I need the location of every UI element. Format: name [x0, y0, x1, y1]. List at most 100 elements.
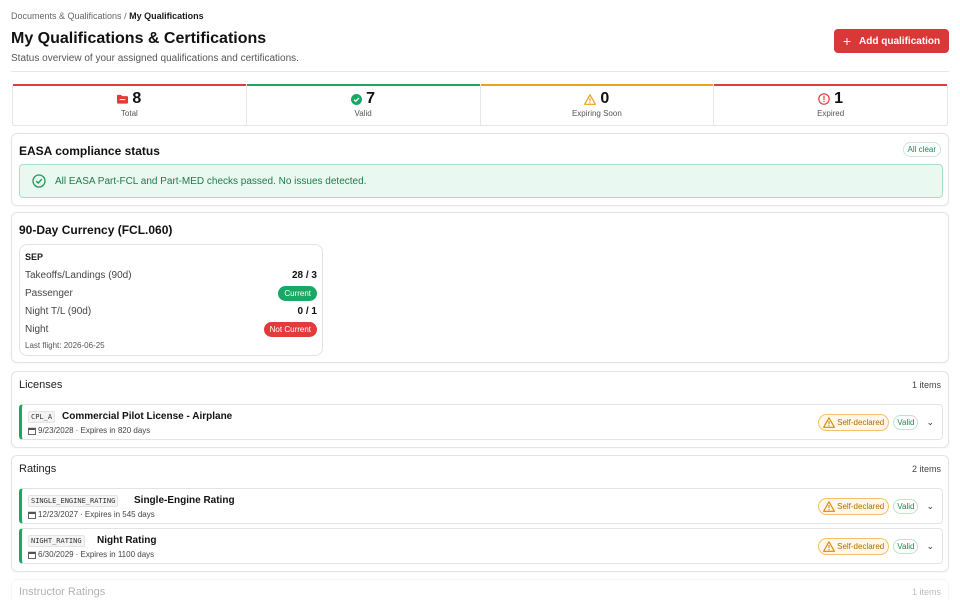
compliance-alert: All EASA Part-FCL and Part-MED checks pa… [19, 164, 943, 198]
ratings-title: Ratings [19, 463, 57, 475]
qualification-name: Single-Engine Rating [134, 495, 235, 506]
stat-expired-accent [714, 84, 947, 86]
expiry-date: 6/30/2029 [38, 550, 74, 559]
breadcrumb-current: My Qualifications [129, 11, 204, 21]
self-declared-label: Self-declared [837, 502, 885, 511]
header-divider [11, 71, 949, 72]
chevron-down-icon[interactable]: ⌄ [926, 501, 934, 512]
qualification-name: Night Rating [97, 535, 157, 546]
stat-expiring-value: 0 [600, 90, 610, 107]
currency-row-label: Night T/L (90d) [25, 305, 92, 317]
chevron-down-icon[interactable]: ⌄ [926, 541, 934, 552]
stat-total-label: Total [120, 109, 138, 118]
instructor-ratings-card: Instructor Ratings 1 items [11, 579, 949, 600]
currency-row-passenger: Passenger Current [25, 285, 317, 301]
qualification-code: CPL_A [28, 411, 56, 423]
expiry-remaining: · Expires in 820 days [75, 426, 151, 435]
currency-title: 90-Day Currency (FCL.060) [19, 223, 173, 237]
item-badges: Self-declared Valid ⌄ [818, 538, 934, 555]
warning-icon [823, 417, 836, 428]
calendar-icon [28, 551, 36, 559]
last-flight: Last flight: 2026-06-25 [25, 341, 105, 350]
qualification-name: Commercial Pilot License - Airplane [62, 411, 233, 422]
compliance-message: All EASA Part-FCL and Part-MED checks pa… [55, 175, 367, 187]
breadcrumb: Documents & Qualifications / My Qualific… [11, 11, 204, 21]
licenses-title: Licenses [19, 379, 63, 391]
add-qualification-label: Add qualification [859, 35, 941, 47]
stat-expiring-label: Expiring Soon [571, 109, 622, 118]
stat-total-accent [13, 84, 246, 86]
compliance-status-badge: All clear [902, 142, 941, 157]
instructor-ratings-title: Instructor Ratings [19, 586, 106, 598]
currency-row-value: 28 / 3 [291, 269, 317, 281]
currency-row-night-tl: Night T/L (90d) 0 / 1 [25, 303, 317, 319]
currency-sep-box: SEP Takeoffs/Landings (90d) 28 / 3 Passe… [19, 244, 323, 356]
expiry-date: 12/23/2027 [38, 510, 79, 519]
licenses-count: 1 items [911, 380, 941, 390]
ratings-card: Ratings 2 items SINGLE_ENGINE_RATING Sin… [11, 455, 949, 572]
currency-card: 90-Day Currency (FCL.060) SEP Takeoffs/L… [11, 212, 949, 363]
warning-icon [823, 501, 836, 512]
alert-circle-icon [818, 93, 830, 105]
stat-total[interactable]: 8 Total [13, 84, 247, 125]
plus-icon: + [842, 33, 852, 49]
item-badges: Self-declared Valid ⌄ [818, 414, 934, 431]
rating-item[interactable]: SINGLE_ENGINE_RATING Single-Engine Ratin… [19, 488, 943, 524]
currency-category: SEP [25, 252, 44, 262]
self-declared-badge: Self-declared [818, 414, 890, 431]
chevron-down-icon[interactable]: ⌄ [926, 417, 934, 428]
currency-row-night: Night Not Current [25, 321, 317, 337]
compliance-card: EASA compliance status All clear All EAS… [11, 133, 949, 206]
stats-bar: 8 Total 7 Valid 0 Expiring Soon 1 Expire… [12, 84, 948, 126]
breadcrumb-parent-link[interactable]: Documents & Qualifications [11, 11, 122, 21]
license-item[interactable]: CPL_A Commercial Pilot License - Airplan… [19, 404, 943, 440]
self-declared-badge: Self-declared [818, 498, 890, 515]
expiry-remaining: · Expires in 545 days [80, 510, 155, 519]
page-title: My Qualifications & Certifications [11, 30, 267, 47]
stat-valid-value: 7 [366, 90, 376, 107]
stat-valid[interactable]: 7 Valid [246, 84, 481, 125]
stat-expiring-accent [480, 84, 714, 86]
stat-expiring[interactable]: 0 Expiring Soon [480, 84, 715, 125]
currency-row-label: Passenger [25, 287, 73, 299]
folder-icon [117, 94, 129, 104]
qualification-expiry: 12/23/2027 · Expires in 545 days [28, 510, 155, 519]
qualification-code: NIGHT_RATING [28, 535, 85, 547]
stat-expired-label: Expired [817, 109, 845, 118]
breadcrumb-separator: / [121, 11, 130, 21]
add-qualification-button[interactable]: + Add qualification [834, 29, 949, 53]
stat-expired[interactable]: 1 Expired [714, 84, 947, 125]
rating-item[interactable]: NIGHT_RATING Night Rating 6/30/2029 · Ex… [19, 528, 943, 564]
warning-icon [584, 93, 597, 105]
compliance-title: EASA compliance status [19, 144, 160, 158]
calendar-icon [28, 427, 36, 435]
self-declared-badge: Self-declared [818, 538, 890, 555]
expiry-remaining: · Expires in 1100 days [75, 550, 155, 559]
warning-icon [823, 541, 836, 552]
self-declared-label: Self-declared [837, 542, 885, 551]
currency-row-label: Night [25, 323, 49, 335]
stat-valid-accent [246, 84, 480, 86]
instructor-ratings-count: 1 items [911, 587, 941, 597]
currency-row-takeoffs: Takeoffs/Landings (90d) 28 / 3 [25, 267, 317, 283]
not-current-badge: Not Current [263, 321, 317, 337]
page-subtitle: Status overview of your assigned qualifi… [11, 53, 299, 64]
calendar-icon [28, 511, 36, 519]
currency-row-label: Takeoffs/Landings (90d) [25, 269, 132, 281]
item-badges: Self-declared Valid ⌄ [818, 498, 934, 515]
stat-expired-value: 1 [834, 90, 844, 107]
qualification-expiry: 9/23/2028 · Expires in 820 days [28, 426, 150, 435]
currency-row-value: 0 / 1 [297, 305, 317, 317]
stat-total-value: 8 [132, 90, 142, 107]
valid-badge: Valid [893, 539, 919, 554]
self-declared-label: Self-declared [837, 418, 885, 427]
check-circle-icon [32, 174, 46, 188]
valid-badge: Valid [893, 499, 919, 514]
ratings-count: 2 items [911, 464, 941, 474]
current-badge: Current [278, 285, 317, 301]
check-circle-icon [351, 93, 363, 105]
valid-badge: Valid [893, 415, 919, 430]
licenses-card: Licenses 1 items CPL_A Commercial Pilot … [11, 371, 949, 448]
expiry-date: 9/23/2028 [38, 426, 74, 435]
qualification-expiry: 6/30/2029 · Expires in 1100 days [28, 550, 154, 559]
